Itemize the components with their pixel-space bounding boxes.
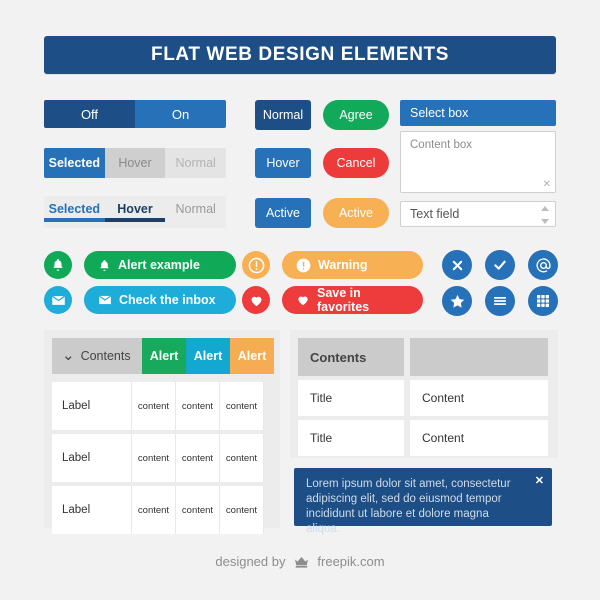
select-box[interactable]: Select box [400, 100, 556, 126]
check-inbox-label: Check the inbox [119, 293, 216, 307]
save-favorites-label: Save in favorites [317, 286, 370, 314]
page-title: FLAT WEB DESIGN ELEMENTS [151, 44, 449, 65]
table-cell-content: content [176, 382, 220, 430]
footer-attribution: designed by freepik.com [0, 553, 600, 571]
segment-selected[interactable]: Selected [44, 148, 105, 178]
table-cell-content: content [132, 486, 176, 534]
table-cell-title: Title [298, 420, 404, 456]
table-left-header-alert-2: Alert [186, 338, 230, 374]
alert-example-pill[interactable]: Alert example [84, 251, 236, 279]
table-cell-content: content [132, 434, 176, 482]
alert-example-label: Alert example [118, 258, 200, 272]
exclamation-icon [296, 258, 311, 273]
resize-handle-icon[interactable]: ✕ [543, 179, 551, 190]
badge-envelope-icon[interactable] [44, 286, 72, 314]
chevron-down-icon[interactable]: ⌄ [62, 348, 75, 363]
close-x-icon[interactable] [442, 250, 472, 280]
toggle-off-on[interactable]: Off On [44, 100, 226, 128]
tab-underline [104, 218, 166, 222]
table-cell-content: content [220, 486, 264, 534]
button-cancel[interactable]: Cancel [323, 148, 389, 178]
table-cell-label: Label [52, 486, 132, 534]
badge-heart-icon[interactable] [242, 286, 270, 314]
tab-normal[interactable]: Normal [165, 196, 226, 222]
envelope-icon [98, 293, 112, 307]
content-box[interactable]: Content box ✕ [400, 131, 556, 193]
warning-pill[interactable]: Warning [282, 251, 423, 279]
stepper-spinner-icon[interactable] [540, 206, 549, 224]
warning-label: Warning [318, 258, 368, 272]
text-field-label: Text field [410, 207, 460, 221]
table-cell-content: Content [410, 420, 548, 456]
tab-hover-label: Hover [117, 202, 153, 216]
button-normal[interactable]: Normal [255, 100, 311, 130]
tab-normal-label: Normal [175, 202, 216, 216]
segment-hover[interactable]: Hover [104, 148, 166, 178]
table-row: Label content content content [52, 486, 264, 534]
menu-lines-icon[interactable] [485, 286, 515, 316]
notification-close-icon[interactable]: ✕ [535, 474, 544, 487]
data-table-right: Contents Title Content Title Content [290, 330, 558, 458]
notification-text: Lorem ipsum dolor sit amet, consectetur … [306, 478, 511, 535]
design-elements-sheet: FLAT WEB DESIGN ELEMENTS Off On Selected… [0, 0, 600, 600]
notification-banner: Lorem ipsum dolor sit amet, consectetur … [294, 468, 552, 535]
tab-underline [44, 218, 105, 222]
table-cell-title: Title [298, 380, 404, 416]
button-hover[interactable]: Hover [255, 148, 311, 178]
table-right-header-blank [410, 338, 548, 376]
footer-prefix: designed by [215, 554, 286, 569]
segmented-control[interactable]: Selected Hover Normal [44, 148, 226, 178]
table-cell-content: Content [410, 380, 548, 416]
table-cell-label: Label [52, 382, 132, 430]
table-row: Title Content [298, 420, 548, 456]
check-inbox-pill[interactable]: Check the inbox [84, 286, 236, 314]
table-row: Title Content [298, 380, 548, 416]
table-cell-label: Label [52, 434, 132, 482]
bell-icon [98, 259, 111, 272]
crown-logo-icon [293, 555, 310, 571]
content-box-placeholder: Content box [410, 139, 473, 151]
badge-bell-icon[interactable] [44, 251, 72, 279]
table-cell-content: content [220, 382, 264, 430]
grid-icon[interactable] [528, 286, 558, 316]
table-left-header-row: ⌄ Contents Alert Alert Alert [52, 338, 274, 374]
button-active[interactable]: Active [255, 198, 311, 228]
badge-exclamation-icon[interactable] [242, 251, 270, 279]
tab-selected-label: Selected [48, 202, 101, 216]
table-cell-content: content [176, 486, 220, 534]
select-box-label: Select box [410, 106, 469, 120]
button-active-pill[interactable]: Active [323, 198, 389, 228]
tab-selected[interactable]: Selected [44, 196, 105, 222]
text-field[interactable]: Text field [400, 201, 556, 227]
button-agree[interactable]: Agree [323, 100, 389, 130]
page-title-banner: FLAT WEB DESIGN ELEMENTS [44, 36, 556, 74]
table-right-header-contents: Contents [298, 338, 404, 376]
check-icon[interactable] [485, 250, 515, 280]
table-left-header-alert-1: Alert [142, 338, 186, 374]
save-favorites-pill[interactable]: Save in favorites [282, 286, 423, 314]
table-left-header-contents[interactable]: ⌄ Contents [52, 338, 142, 374]
tab-hover[interactable]: Hover [104, 196, 166, 222]
table-left-header-alert-3: Alert [230, 338, 274, 374]
toggle-option-off[interactable]: Off [44, 100, 135, 128]
table-right-header-row: Contents [298, 338, 548, 376]
toggle-option-on[interactable]: On [135, 100, 226, 128]
heart-icon [296, 293, 310, 307]
data-table-left: ⌄ Contents Alert Alert Alert Label conte… [44, 330, 280, 534]
star-icon[interactable] [442, 286, 472, 316]
table-row: Label content content content [52, 382, 264, 430]
tab-underline [165, 218, 226, 222]
table-cell-content: content [132, 382, 176, 430]
footer-suffix: freepik.com [317, 554, 385, 569]
table-left-header-contents-label: Contents [80, 349, 131, 363]
underline-tabs[interactable]: Selected Hover Normal [44, 196, 226, 228]
table-row: Label content content content [52, 434, 264, 482]
table-cell-content: content [220, 434, 264, 482]
at-sign-icon[interactable] [528, 250, 558, 280]
segment-normal[interactable]: Normal [165, 148, 226, 178]
table-cell-content: content [176, 434, 220, 482]
